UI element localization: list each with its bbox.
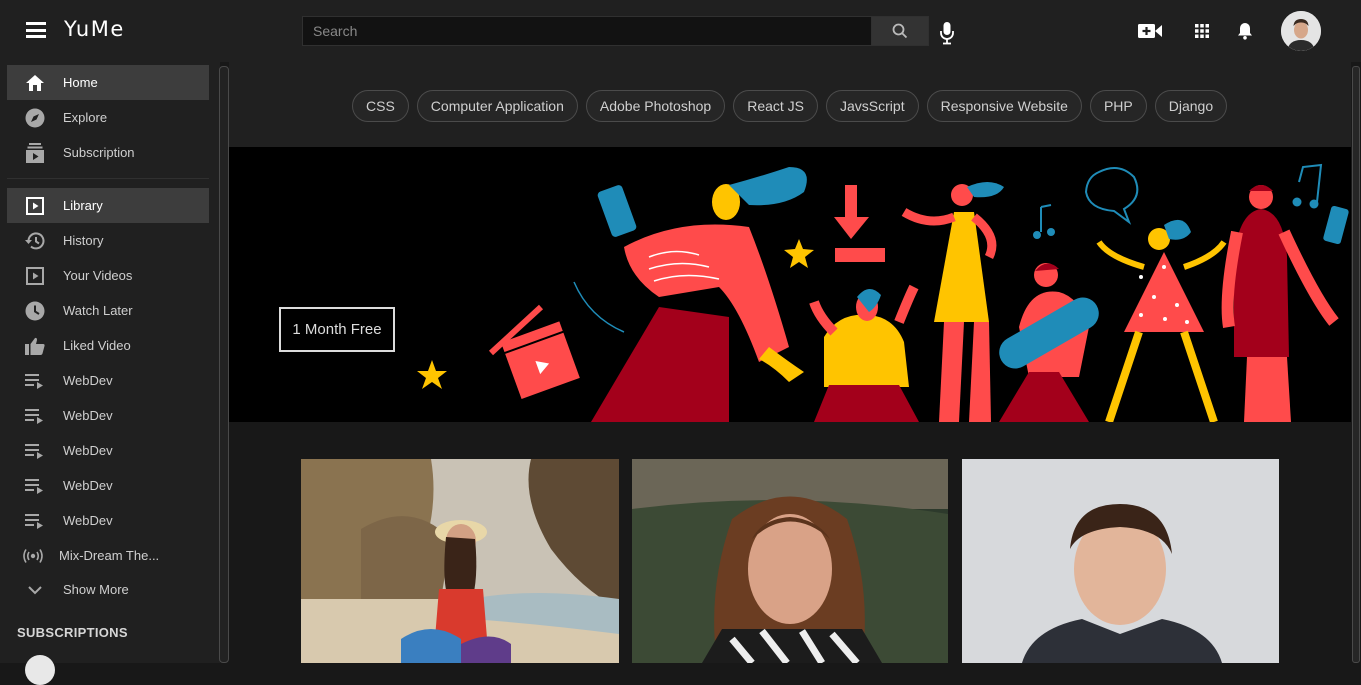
subscription-icon [24,142,46,164]
sidebar-item-watch-later[interactable]: Watch Later [7,293,209,328]
thumbnail-image [632,459,948,663]
sidebar-item-label: History [63,233,104,248]
search-button[interactable] [871,16,929,46]
app-logo[interactable]: YuMe [64,17,125,41]
main-content: CSS Computer Application Adobe Photoshop… [229,62,1351,663]
apps-button[interactable] [1190,19,1214,43]
sidebar: Home Explore Subscription Library Histor… [0,62,220,685]
playlist-icon [24,405,46,427]
sidebar-item-label: WebDev [63,373,113,388]
sidebar-item-subscription[interactable]: Subscription [7,135,209,170]
promo-cta-button[interactable]: 1 Month Free [279,307,395,352]
sidebar-item-label: Show More [63,582,129,597]
sidebar-item-label: Subscription [63,145,135,160]
sidebar-item-history[interactable]: History [7,223,209,258]
history-icon [24,230,46,252]
chip-adobe-photoshop[interactable]: Adobe Photoshop [585,90,726,122]
sidebar-item-label: WebDev [63,478,113,493]
video-thumbnail[interactable] [301,459,619,663]
sidebar-item-label: Liked Video [63,338,131,353]
sidebar-item-label: WebDev [63,443,113,458]
sidebar-item-your-videos[interactable]: Your Videos [7,258,209,293]
sidebar-scrollbar[interactable] [219,66,229,663]
thumbnail-image [301,459,619,663]
chip-responsive-website[interactable]: Responsive Website [926,90,1082,122]
top-bar: YuMe [0,0,1361,62]
playlist-icon [24,440,46,462]
playlist-icon [24,475,46,497]
promo-banner: 1 Month Free [229,147,1351,422]
sidebar-item-playlist[interactable]: WebDev [7,433,209,468]
thumb-up-icon [24,335,46,357]
sidebar-item-home[interactable]: Home [7,65,209,100]
chip-php[interactable]: PHP [1089,90,1147,122]
video-thumbnail[interactable] [962,459,1279,663]
sidebar-item-label: WebDev [63,408,113,423]
page-scrollbar[interactable] [1352,66,1360,663]
category-chips: CSS Computer Application Adobe Photoshop… [352,90,1235,122]
microphone-icon [940,22,954,45]
subscription-channel-avatar[interactable] [25,655,55,685]
sidebar-item-library[interactable]: Library [7,188,209,223]
chip-javascript[interactable]: JavsScript [826,90,919,122]
sidebar-item-label: WebDev [63,513,113,528]
chip-computer-application[interactable]: Computer Application [416,90,578,122]
sidebar-item-mix[interactable]: Mix-Dream The... [7,538,209,573]
subscriptions-heading: SUBSCRIPTIONS [17,625,128,640]
sidebar-item-label: Library [63,198,103,213]
user-avatar[interactable] [1281,11,1321,51]
sidebar-item-explore[interactable]: Explore [7,100,209,135]
hamburger-menu-icon[interactable] [26,22,46,38]
video-add-icon [1138,24,1162,38]
your-videos-icon [24,265,46,287]
chevron-down-icon [24,579,46,601]
sidebar-item-playlist[interactable]: WebDev [7,503,209,538]
sidebar-item-label: Watch Later [63,303,133,318]
sidebar-item-liked-video[interactable]: Liked Video [7,328,209,363]
sidebar-item-label: Home [63,75,98,90]
clock-icon [24,300,46,322]
live-icon [22,545,44,567]
sidebar-item-playlist[interactable]: WebDev [7,363,209,398]
chip-django[interactable]: Django [1154,90,1228,122]
video-thumbnail[interactable] [632,459,948,663]
explore-icon [24,107,46,129]
category-chip-bar: CSS Computer Application Adobe Photoshop… [229,62,1351,147]
apps-grid-icon [1195,24,1209,38]
bell-icon [1238,23,1252,40]
chip-css[interactable]: CSS [352,90,409,122]
thumbnail-image [962,459,1279,663]
sidebar-item-label: Mix-Dream The... [59,548,160,563]
playlist-icon [24,370,46,392]
search-input[interactable] [302,16,872,46]
voice-search-button[interactable] [937,20,957,46]
notifications-button[interactable] [1233,19,1257,43]
search-icon [892,23,908,39]
sidebar-item-playlist[interactable]: WebDev [7,468,209,503]
playlist-icon [24,510,46,532]
banner-illustration [417,163,1349,422]
show-more-button[interactable]: Show More [7,572,209,607]
sidebar-divider [7,178,209,179]
sidebar-item-label: Explore [63,110,108,125]
home-icon [24,72,46,94]
sidebar-item-label: Your Videos [63,268,133,283]
chip-react-js[interactable]: React JS [733,90,819,122]
create-video-button[interactable] [1138,19,1162,43]
sidebar-item-playlist[interactable]: WebDev [7,398,209,433]
library-icon [24,195,46,217]
